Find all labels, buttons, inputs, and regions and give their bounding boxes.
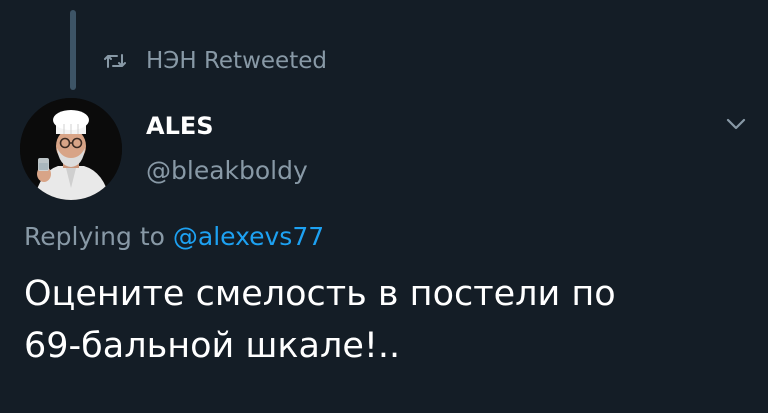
- author-handle[interactable]: @bleakboldy: [146, 156, 308, 185]
- chevron-down-icon[interactable]: [722, 112, 750, 136]
- replying-to-line: Replying to @alexevs77: [24, 222, 324, 251]
- tweet-text: Оцените смелость в постели по 69-бальной…: [24, 268, 744, 372]
- reply-mention-link[interactable]: @alexevs77: [173, 222, 324, 251]
- retweet-label: НЭН Retweeted: [146, 48, 327, 74]
- tweet-text-line: 69-бальной шкале!..: [24, 326, 401, 366]
- retweet-context[interactable]: НЭН Retweeted: [104, 44, 327, 78]
- replying-to-label: Replying to: [24, 222, 173, 251]
- thread-connector-line: [70, 10, 76, 90]
- tweet-text-line: Оцените смелость в постели по: [24, 274, 616, 314]
- author-name[interactable]: ALES: [146, 112, 214, 140]
- avatar-photo: [20, 98, 122, 200]
- avatar[interactable]: [20, 98, 122, 200]
- retweet-icon: [104, 54, 126, 68]
